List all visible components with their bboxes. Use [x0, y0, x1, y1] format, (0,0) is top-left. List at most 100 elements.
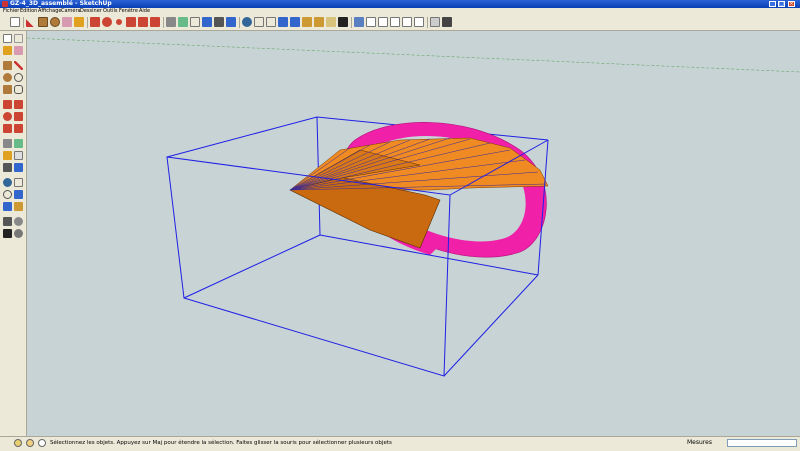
- window-title: GZ-4_3D_assemblé - SketchUp: [10, 0, 112, 7]
- menu-affichage[interactable]: Affichage: [38, 8, 62, 15]
- zoom-icon[interactable]: [266, 17, 276, 27]
- menu-camera[interactable]: Caméra: [61, 8, 81, 15]
- zoom-window-icon[interactable]: [14, 190, 23, 199]
- axes-icon[interactable]: [214, 17, 224, 27]
- eraser-icon[interactable]: [62, 17, 72, 27]
- protractor-icon[interactable]: [3, 151, 12, 160]
- paint-bucket-icon[interactable]: [3, 46, 12, 55]
- right-view-icon[interactable]: [390, 17, 400, 27]
- offset-icon[interactable]: [150, 17, 160, 27]
- freehand-icon[interactable]: [14, 85, 23, 94]
- protractor-icon[interactable]: [190, 17, 200, 27]
- zoom-extents-icon[interactable]: [3, 202, 12, 211]
- bbox-back-bottom-edge-left: [183, 234, 321, 299]
- bbox-right-bottom-edge: [443, 274, 539, 377]
- offset-icon[interactable]: [14, 124, 23, 133]
- pan-icon[interactable]: [14, 178, 23, 187]
- position-camera-icon[interactable]: [3, 217, 12, 226]
- minimize-button[interactable]: _: [769, 1, 776, 7]
- top-view-icon[interactable]: [366, 17, 376, 27]
- menu-bar: Fichier Edition Affichage Caméra Dessine…: [0, 8, 800, 15]
- follow-me-icon[interactable]: [126, 17, 136, 27]
- rectangle-icon[interactable]: [3, 61, 12, 70]
- zoom-icon[interactable]: [3, 190, 12, 199]
- pan-icon[interactable]: [254, 17, 264, 27]
- geo-location-icon[interactable]: [14, 439, 22, 447]
- rectangle-icon[interactable]: [38, 17, 48, 27]
- polygon-icon[interactable]: [3, 85, 12, 94]
- zoom-extents-icon[interactable]: [290, 17, 300, 27]
- section-plane-icon[interactable]: [14, 229, 23, 238]
- orbit-icon[interactable]: [242, 17, 252, 27]
- drawing-viewport[interactable]: [27, 31, 800, 436]
- menu-dessiner[interactable]: Dessiner: [80, 8, 102, 15]
- next-view-icon[interactable]: [314, 17, 324, 27]
- axes-icon[interactable]: [3, 163, 12, 172]
- menu-fichier[interactable]: Fichier: [3, 8, 19, 15]
- scale-icon[interactable]: [138, 17, 148, 27]
- credits-icon[interactable]: [26, 439, 34, 447]
- select-icon[interactable]: [10, 17, 20, 27]
- measurements-label: Mesures: [687, 439, 712, 446]
- circle-icon[interactable]: [3, 73, 12, 82]
- shaded-icon[interactable]: [442, 17, 452, 27]
- 3d-text-icon[interactable]: [14, 163, 23, 172]
- select-icon[interactable]: [3, 34, 12, 43]
- toolbar-separator: [239, 17, 240, 28]
- circle-icon[interactable]: [50, 17, 60, 27]
- text-icon[interactable]: [14, 151, 23, 160]
- 3d-text-icon[interactable]: [226, 17, 236, 27]
- look-around-icon[interactable]: [3, 229, 12, 238]
- toolbar-separator: [427, 17, 428, 28]
- status-bar: Sélectionnez les objets. Appuyez sur Maj…: [0, 436, 800, 451]
- pencil-icon[interactable]: [26, 17, 36, 27]
- model-scene: [27, 37, 800, 377]
- push-pull-icon[interactable]: [90, 17, 100, 27]
- zoom-window-icon[interactable]: [278, 17, 288, 27]
- green-axis-line: [27, 37, 800, 73]
- line-icon[interactable]: [14, 61, 23, 70]
- move-icon[interactable]: [102, 17, 112, 27]
- measurements-input[interactable]: [727, 439, 797, 447]
- rotate-icon[interactable]: [3, 112, 12, 121]
- back-view-icon[interactable]: [402, 17, 412, 27]
- dimension-icon[interactable]: [178, 17, 188, 27]
- toolbar-separator: [351, 17, 352, 28]
- walk-icon[interactable]: [326, 17, 336, 27]
- walk-icon[interactable]: [14, 217, 23, 226]
- move-icon[interactable]: [3, 100, 12, 109]
- sketchup-app-icon: [2, 1, 8, 7]
- look-around-icon[interactable]: [338, 17, 348, 27]
- push-pull-icon[interactable]: [14, 100, 23, 109]
- close-button[interactable]: ×: [788, 1, 795, 7]
- make-component-icon[interactable]: [14, 34, 23, 43]
- previous-icon[interactable]: [14, 202, 23, 211]
- orbit-icon[interactable]: [3, 178, 12, 187]
- previous-view-icon[interactable]: [302, 17, 312, 27]
- xray-icon[interactable]: [430, 17, 440, 27]
- front-view-icon[interactable]: [378, 17, 388, 27]
- tape-measure-icon[interactable]: [166, 17, 176, 27]
- maximize-button[interactable]: □: [778, 1, 785, 7]
- dimension-icon[interactable]: [14, 139, 23, 148]
- iso-view-icon[interactable]: [354, 17, 364, 27]
- menu-edition[interactable]: Edition: [20, 8, 37, 15]
- follow-me-icon[interactable]: [14, 112, 23, 121]
- left-toolbar: [0, 31, 27, 436]
- toolbar-separator: [87, 17, 88, 28]
- rotate-icon[interactable]: [114, 17, 124, 27]
- tape-measure-icon[interactable]: [3, 139, 12, 148]
- menu-outils[interactable]: Outils: [103, 8, 117, 15]
- menu-aide[interactable]: Aide: [139, 8, 150, 15]
- menu-fenetre[interactable]: Fenêtre: [119, 8, 138, 15]
- paint-bucket-icon[interactable]: [74, 17, 84, 27]
- arc-icon[interactable]: [14, 73, 23, 82]
- main-toolbar: [0, 15, 800, 31]
- scale-icon[interactable]: [3, 124, 12, 133]
- status-message: Sélectionnez les objets. Appuyez sur Maj…: [50, 440, 392, 446]
- left-view-icon[interactable]: [414, 17, 424, 27]
- toolbar-separator: [23, 17, 24, 28]
- text-icon[interactable]: [202, 17, 212, 27]
- eraser-icon[interactable]: [14, 46, 23, 55]
- help-icon[interactable]: [38, 439, 46, 447]
